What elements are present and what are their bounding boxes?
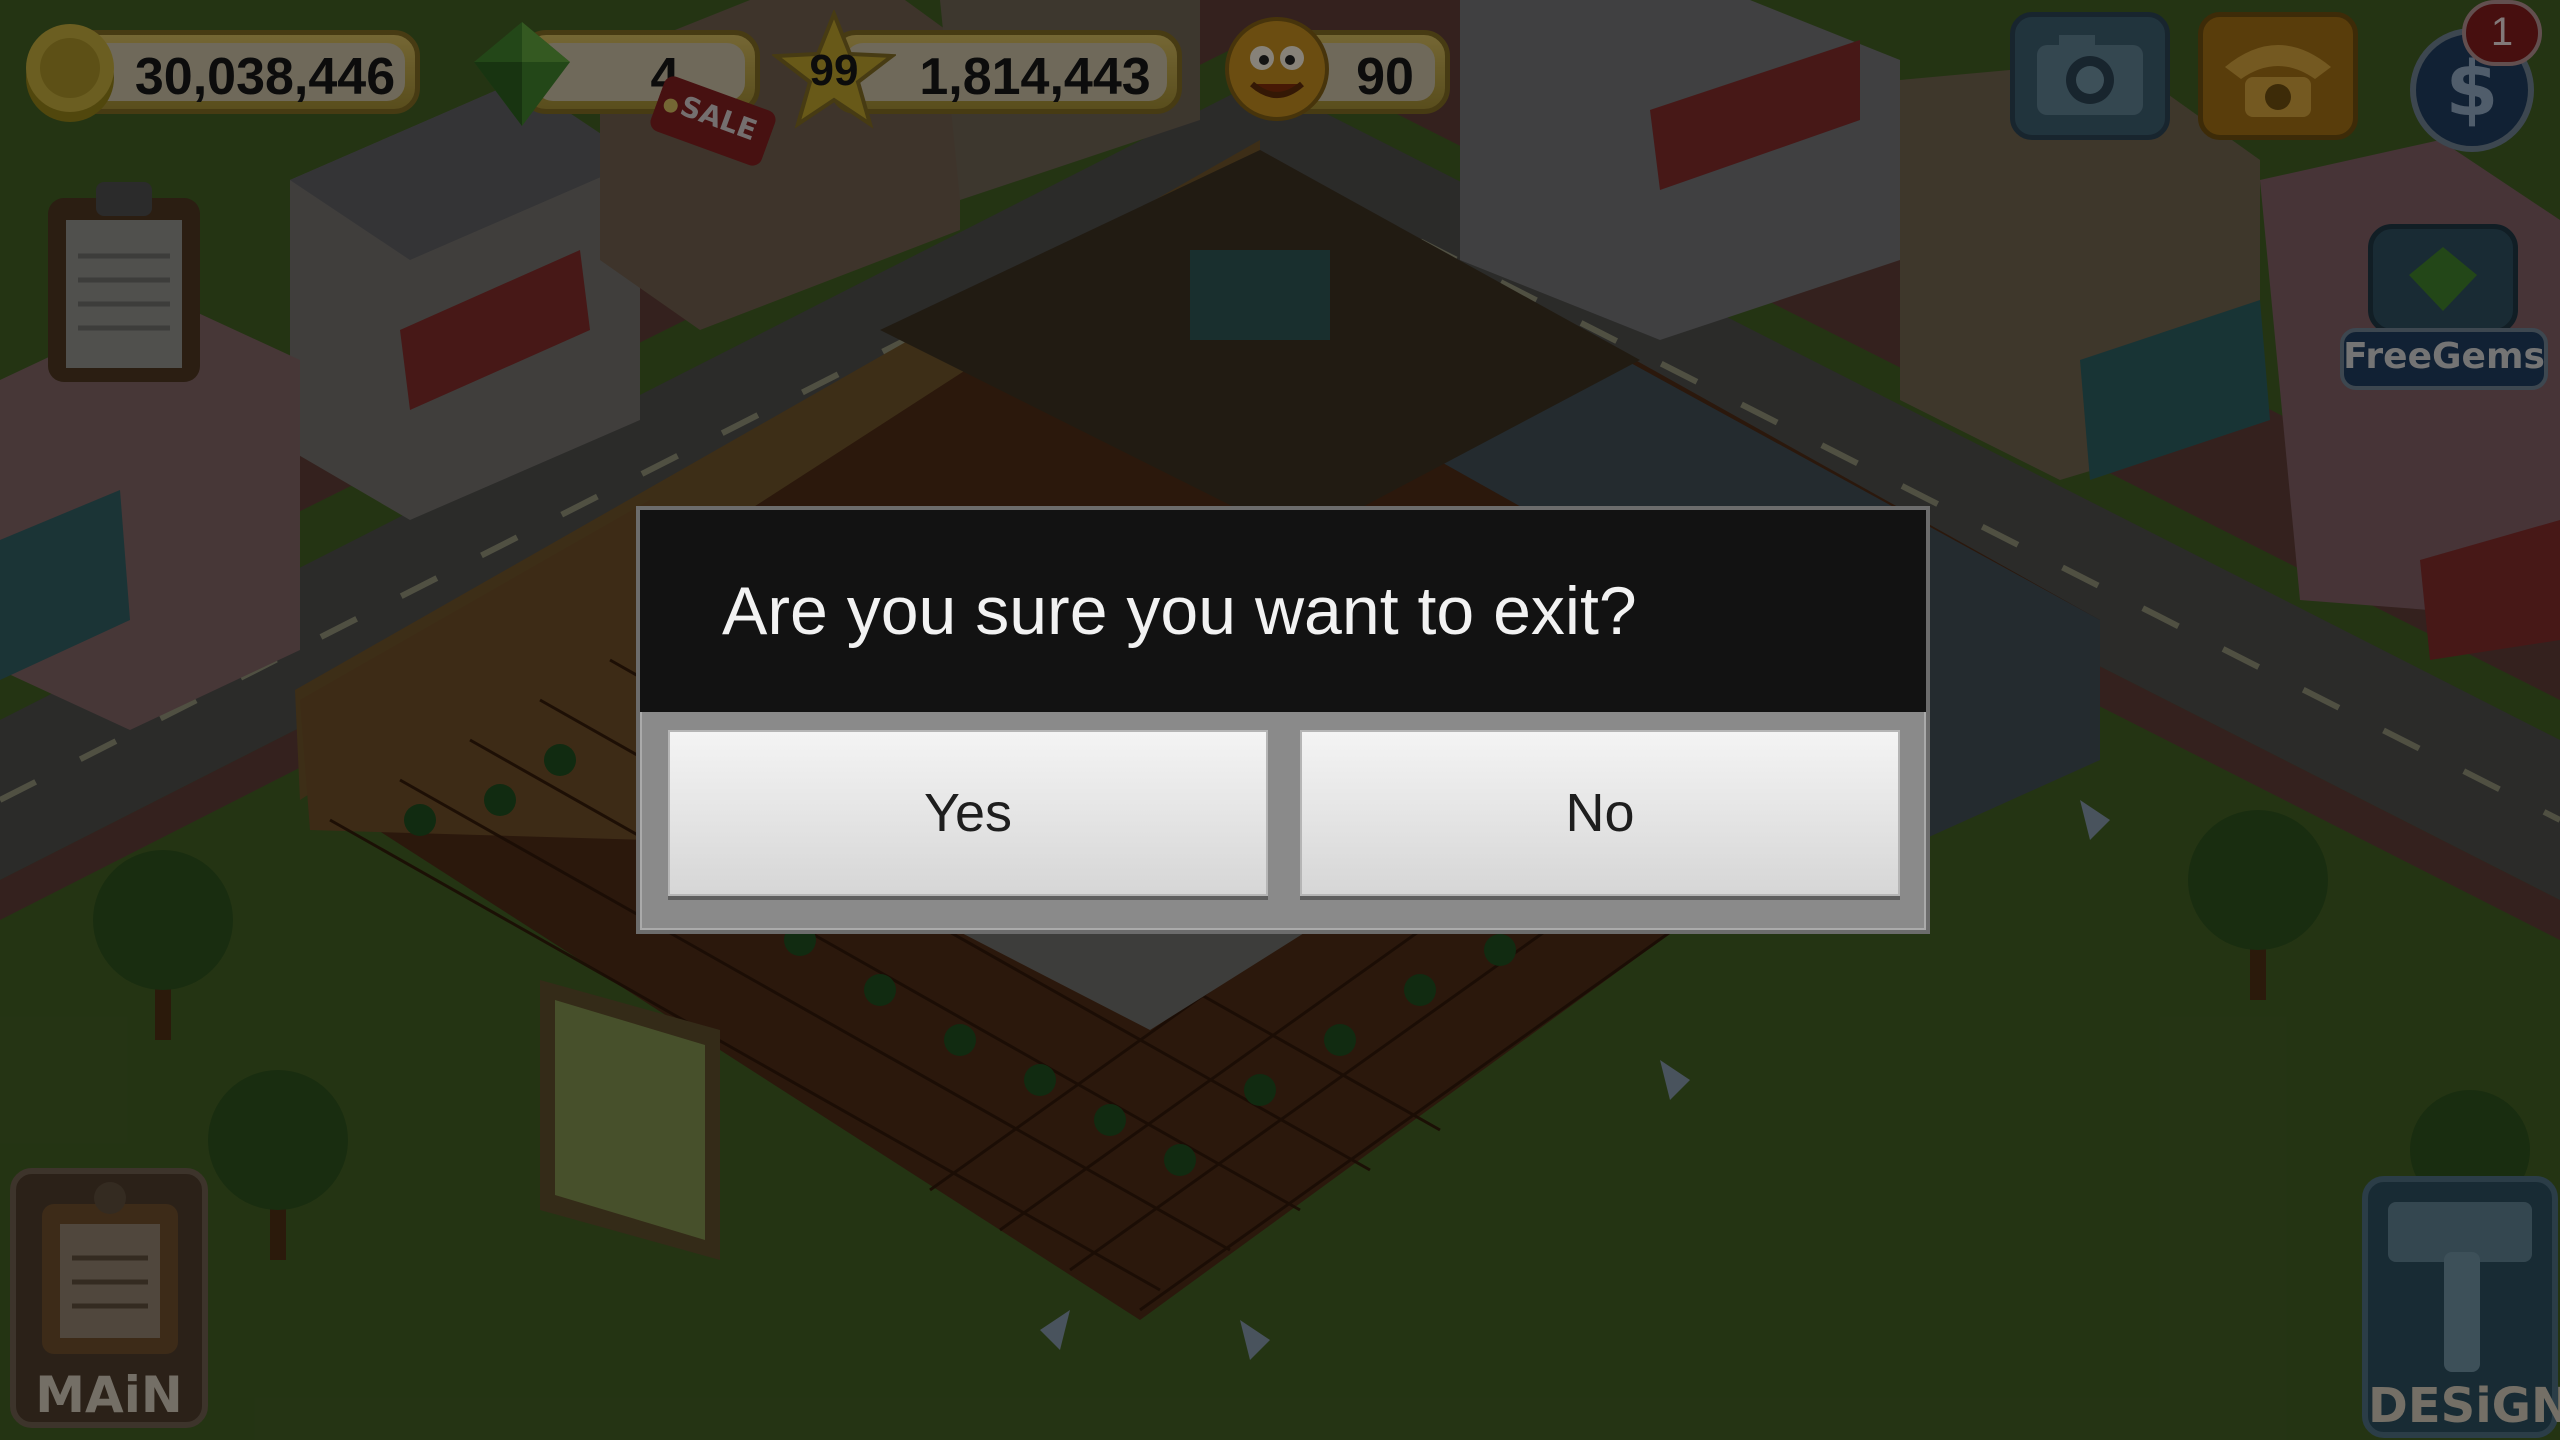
exit-confirmation-dialog: Are you sure you want to exit? Yes No — [636, 506, 1930, 934]
dialog-header: Are you sure you want to exit? — [640, 510, 1926, 712]
dialog-title: Are you sure you want to exit? — [722, 573, 1637, 649]
no-button[interactable]: No — [1300, 730, 1900, 896]
yes-button[interactable]: Yes — [668, 730, 1268, 896]
